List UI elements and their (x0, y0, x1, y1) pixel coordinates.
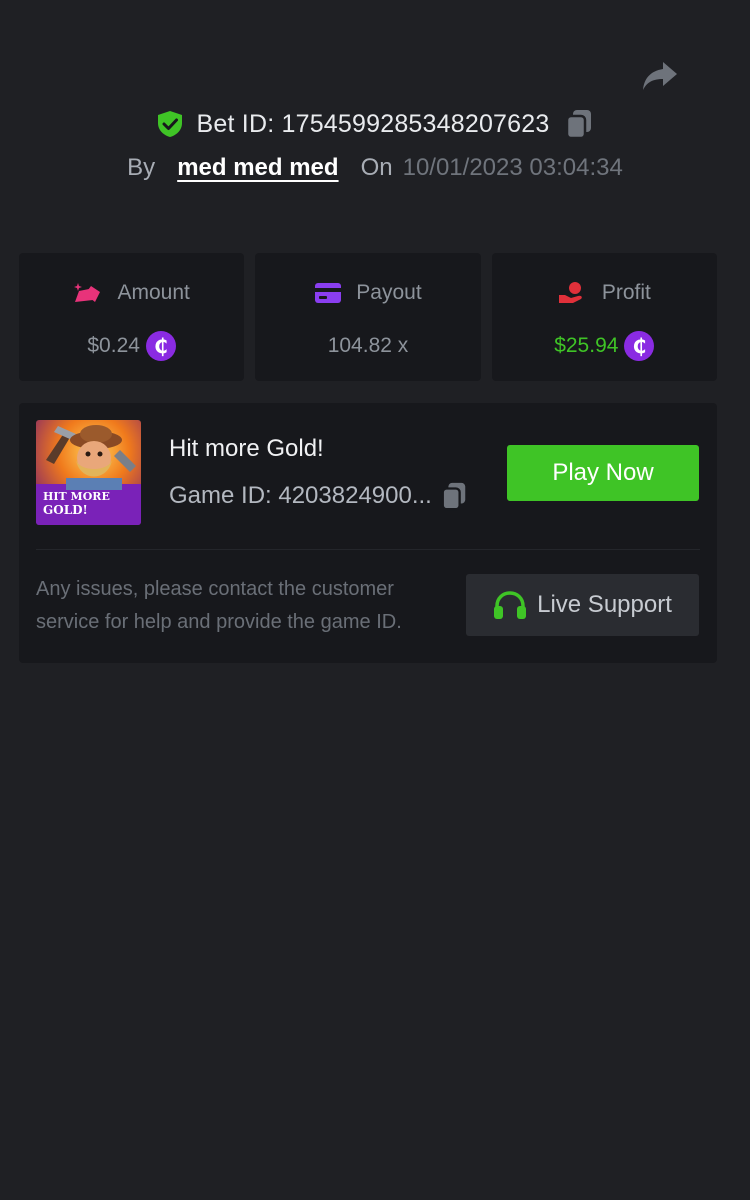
payout-card: Payout 104.82 x (255, 253, 481, 381)
amount-label: Amount (117, 281, 190, 304)
svg-text:GOLD!: GOLD! (43, 503, 88, 517)
game-id-text: Game ID: 4203824900... (169, 482, 432, 509)
card-icon (315, 283, 342, 303)
bet-id-row: Bet ID: 1754599285348207623 (0, 108, 750, 140)
copy-icon[interactable] (565, 108, 593, 140)
hand-coin-icon (558, 282, 582, 303)
bet-id-text: Bet ID: 1754599285348207623 (196, 109, 550, 138)
game-id-row: Game ID: 4203824900... (169, 481, 468, 511)
payout-label: Payout (356, 281, 422, 304)
coins-icon (74, 283, 101, 302)
game-panel: HIT MORE GOLD! Hit more Gold! Game ID: 4… (19, 403, 717, 663)
payout-value: 104.82 x (327, 334, 409, 357)
profit-label: Profit (601, 281, 651, 304)
username-link[interactable]: med med med (177, 154, 338, 182)
copy-icon[interactable] (440, 481, 468, 511)
coin-icon: ₵ (145, 331, 176, 361)
svg-text:HIT MORE: HIT MORE (43, 490, 110, 503)
live-support-button[interactable]: Live Support (466, 574, 699, 636)
amount-value: $0.24 (87, 334, 140, 357)
live-support-label: Live Support (537, 591, 672, 618)
amount-card: Amount $0.24 ₵ (19, 253, 245, 381)
share-icon (643, 62, 677, 90)
share-button[interactable] (640, 56, 680, 96)
shield-check-icon (157, 111, 182, 137)
bet-meta-row: By med med med On 10/01/2023 03:04:34 (0, 154, 750, 182)
headset-icon (494, 591, 527, 619)
bet-details-page: Bet ID: 1754599285348207623 By med med m… (0, 0, 750, 1200)
coin-icon: ₵ (624, 331, 655, 361)
support-help-text: Any issues, please contact the customer … (36, 578, 402, 633)
stats-row: Amount $0.24 ₵ Payout 104.82 x Profit $2… (19, 253, 717, 381)
game-thumbnail[interactable]: HIT MORE GOLD! (36, 420, 141, 525)
profit-value: $25.94 (554, 334, 619, 357)
divider (36, 549, 700, 550)
play-now-button[interactable]: Play Now (507, 445, 699, 501)
profit-card: Profit $25.94 ₵ (491, 253, 717, 381)
by-label: By (127, 154, 156, 181)
bet-datetime: 10/01/2023 03:04:34 (402, 154, 623, 181)
game-title[interactable]: Hit more Gold! (169, 435, 324, 463)
on-label: On (360, 154, 393, 181)
